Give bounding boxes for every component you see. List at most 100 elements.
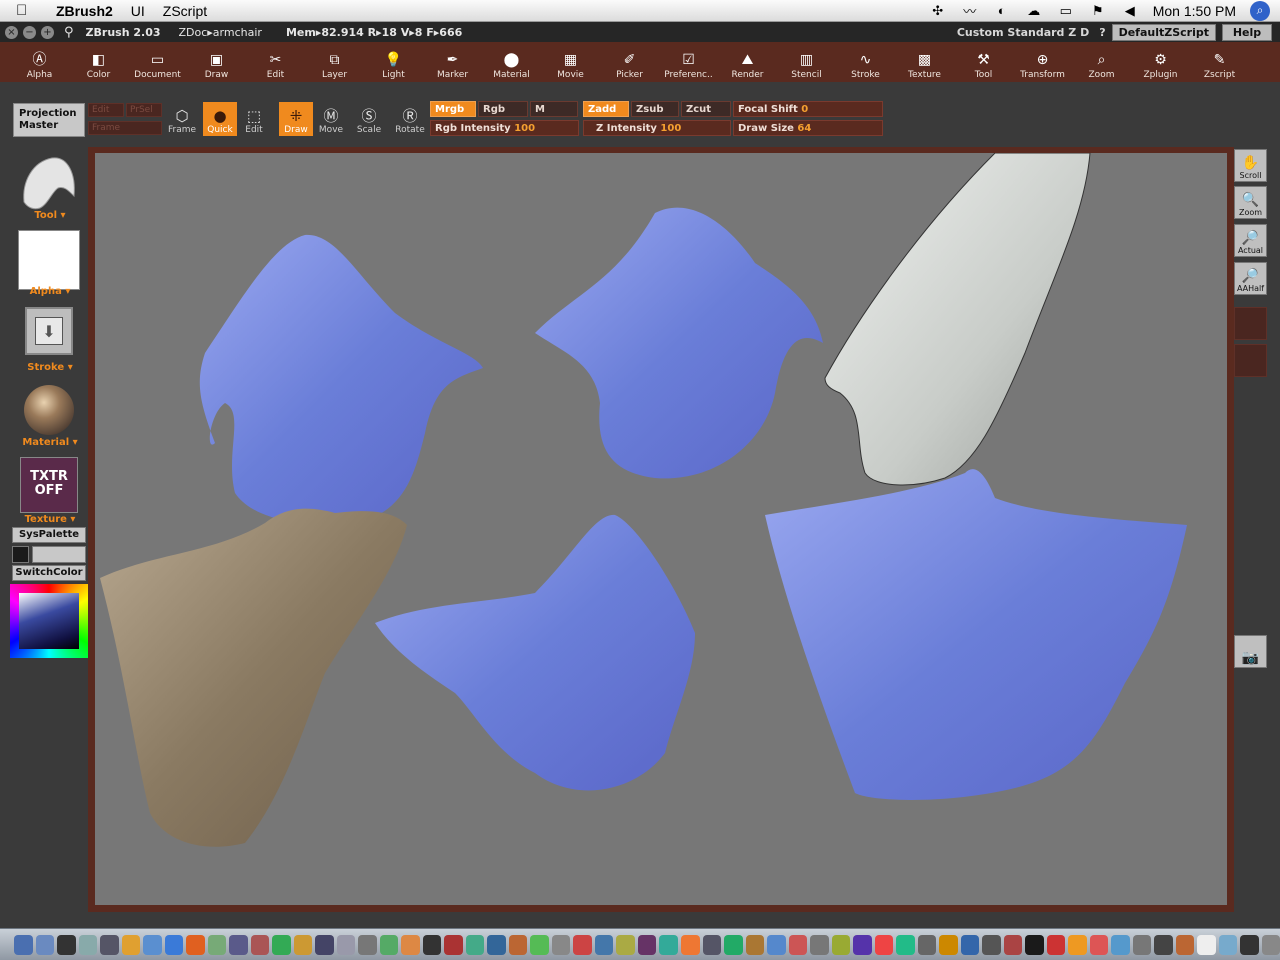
dock-app-icon-1[interactable] [14, 934, 33, 955]
activity-icon[interactable]: 〰 [961, 1, 979, 20]
actual-button[interactable]: 🔎 Actual [1234, 224, 1267, 257]
snapshot-button[interactable]: 📷 [1234, 635, 1267, 668]
rgb-button[interactable]: Rgb [478, 101, 528, 117]
draw-size-slider[interactable]: Draw Size 64 [733, 120, 883, 136]
dock-app-icon-34[interactable] [724, 934, 743, 955]
alpha-thumbnail[interactable] [18, 230, 80, 290]
m-button[interactable]: M [530, 101, 578, 117]
dock-app-icon-30[interactable] [637, 934, 657, 955]
palette-draw[interactable]: ▣ Draw [187, 42, 246, 82]
dock-app-icon-21[interactable] [444, 934, 463, 955]
color-picker-ring[interactable] [10, 584, 88, 658]
secondary-color-swatch[interactable] [32, 546, 86, 563]
rgb-intensity-slider[interactable]: Rgb Intensity 100 [430, 120, 579, 136]
dock-app-icon-17[interactable] [358, 934, 377, 955]
dock-app-icon-57[interactable] [1218, 934, 1238, 955]
dock-app-icon-48[interactable] [1025, 934, 1044, 955]
document-canvas[interactable] [95, 152, 1227, 905]
focal-shift-slider[interactable]: Focal Shift 0 [733, 101, 883, 117]
move-button[interactable]: Ⓜ Move [314, 102, 348, 136]
dock-app-icon-55[interactable] [1175, 934, 1195, 955]
zcut-button[interactable]: Zcut [681, 101, 731, 117]
alpha-menu-label[interactable]: Alpha ▾ [10, 286, 90, 297]
dock-app-icon-51[interactable] [1089, 934, 1109, 955]
palette-color[interactable]: ◧ Color [69, 42, 128, 82]
syspalette-button[interactable]: SysPalette [12, 527, 86, 543]
palette-stroke[interactable]: ∿ Stroke [836, 42, 895, 82]
dock-app-icon-3[interactable] [57, 934, 76, 955]
dock-app-icon-12[interactable] [250, 934, 270, 955]
menubar-clock[interactable]: Mon 1:50 PM [1153, 3, 1236, 19]
palette-stencil[interactable]: ▥ Stencil [777, 42, 836, 82]
dock-app-icon-33[interactable] [702, 934, 722, 955]
apple-menu-icon[interactable]:  [16, 2, 42, 19]
dock-app-icon-8[interactable] [164, 934, 184, 955]
texture-menu-label[interactable]: Texture ▾ [10, 514, 90, 525]
tool-thumbnail[interactable] [18, 152, 80, 212]
palette-light[interactable]: 💡 Light [364, 42, 423, 82]
dock-app-icon-14[interactable] [293, 934, 313, 955]
dock-app-icon-4[interactable] [78, 934, 98, 955]
zsub-button[interactable]: Zsub [631, 101, 679, 117]
dock-app-icon-29[interactable] [616, 934, 635, 955]
dock-app-icon-18[interactable] [379, 934, 399, 955]
scale-button[interactable]: Ⓢ Scale [352, 102, 386, 136]
dock-app-icon-58[interactable] [1240, 934, 1259, 955]
dock-app-icon-44[interactable] [939, 934, 958, 955]
dock-app-icon-7[interactable] [143, 934, 162, 955]
dock-app-icon-37[interactable] [788, 934, 808, 955]
palette-marker[interactable]: ✒ Marker [423, 42, 482, 82]
dock-app-icon-49[interactable] [1046, 934, 1066, 955]
menu-app[interactable]: ZBrush2 [56, 3, 113, 19]
switchcolor-button[interactable]: SwitchColor [12, 565, 86, 581]
palette-edit[interactable]: ✂ Edit [246, 42, 305, 82]
dock-app-icon-36[interactable] [767, 934, 786, 955]
draw-button[interactable]: ⁜ Draw [279, 102, 313, 136]
volume-icon[interactable]: ◀ [1121, 3, 1139, 19]
texture-off-icon[interactable]: TXTR OFF [20, 457, 78, 513]
dock-app-icon-15[interactable] [315, 934, 334, 955]
dock-app-icon-19[interactable] [401, 934, 420, 955]
dock-app-icon-59[interactable] [1261, 934, 1280, 955]
dock-app-icon-13[interactable] [272, 934, 291, 955]
palette-tool[interactable]: ⚒ Tool [954, 42, 1013, 82]
zadd-button[interactable]: Zadd [583, 101, 629, 117]
stroke-thumbnail[interactable]: ⬇ [25, 307, 73, 355]
palette-texture[interactable]: ▩ Texture [895, 42, 954, 82]
dock-app-icon-47[interactable] [1003, 934, 1023, 955]
mrgb-button[interactable]: Mrgb [430, 101, 476, 117]
dock-app-icon-39[interactable] [831, 934, 851, 955]
dock-app-icon-28[interactable] [594, 934, 614, 955]
quick-button[interactable]: ● Quick [203, 102, 237, 136]
dock-app-icon-10[interactable] [207, 934, 227, 955]
dock-app-icon-5[interactable] [100, 934, 119, 955]
material-sphere-icon[interactable] [24, 385, 74, 435]
sync-icon[interactable]: ◐ [993, 3, 1011, 18]
dock-app-icon-23[interactable] [487, 934, 506, 955]
dock-app-icon-31[interactable] [659, 934, 678, 955]
layout-options[interactable]: Custom Standard Z D [957, 26, 1089, 39]
spotlight-icon[interactable]: ⌕ [1250, 0, 1270, 21]
dock-app-icon-25[interactable] [530, 934, 549, 955]
dock-app-icon-26[interactable] [551, 934, 571, 955]
dock-app-icon-16[interactable] [336, 934, 356, 955]
z-intensity-slider[interactable]: Z Intensity 100 [583, 120, 731, 136]
projection-master-button[interactable]: Projection Master [13, 103, 85, 137]
palette-preferenc[interactable]: ☑ Preferenc.. [659, 42, 718, 82]
dock-app-icon-22[interactable] [465, 934, 485, 955]
dock-app-icon-2[interactable] [35, 934, 55, 955]
dock-app-icon-11[interactable] [229, 934, 248, 955]
palette-layer[interactable]: ⧉ Layer [305, 42, 364, 82]
dock-app-icon-9[interactable] [186, 934, 205, 955]
palette-movie[interactable]: ▦ Movie [541, 42, 600, 82]
dock-app-icon-35[interactable] [745, 934, 765, 955]
maximize-window-icon[interactable]: + [41, 25, 54, 39]
primary-color-swatch[interactable] [12, 546, 29, 563]
frame-button[interactable]: ⬡ Frame [165, 102, 199, 136]
menu-ui[interactable]: UI [131, 3, 145, 19]
color-picker-square[interactable] [19, 593, 79, 649]
menu-zscript[interactable]: ZScript [163, 3, 207, 19]
dock-app-icon-40[interactable] [853, 934, 872, 955]
dock-app-icon-45[interactable] [960, 934, 980, 955]
aahalf-button[interactable]: 🔎 AAHalf [1234, 262, 1267, 295]
